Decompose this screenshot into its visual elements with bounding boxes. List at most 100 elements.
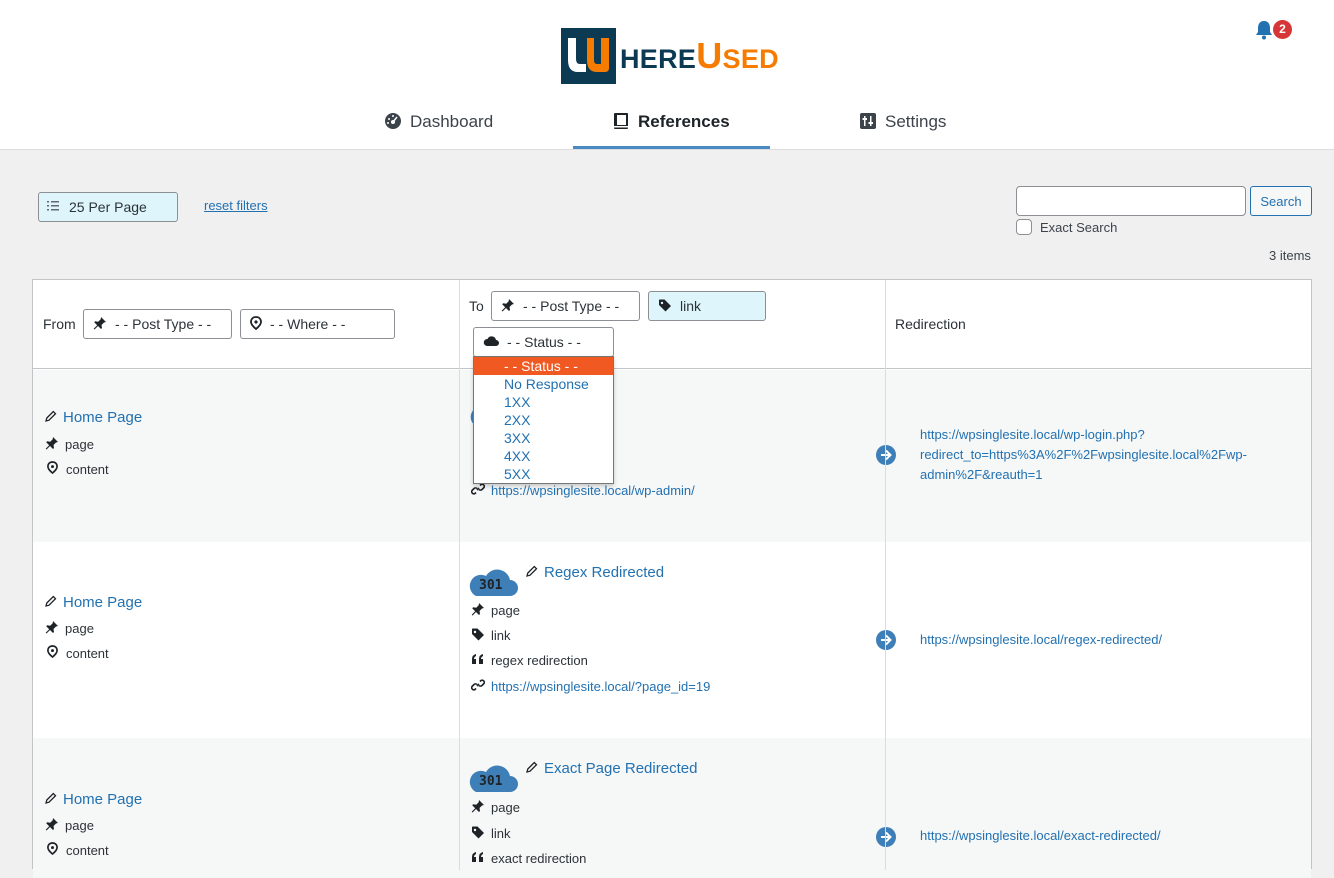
- pin-icon: [45, 620, 59, 637]
- arrow-right-circle-icon: [875, 444, 897, 469]
- from-type: page: [45, 436, 94, 453]
- from-title-link[interactable]: Home Page: [63, 409, 142, 426]
- to-url[interactable]: https://wpsinglesite.local/wp-admin/: [470, 482, 695, 499]
- to-note-value: regex redirection: [491, 653, 588, 668]
- tab-settings[interactable]: Settings: [859, 103, 946, 149]
- per-page-value: 25 Per Page: [69, 199, 147, 215]
- search-button[interactable]: Search: [1250, 186, 1312, 216]
- tag-icon: [471, 825, 485, 842]
- table-row: Home Page page content https://wpsingles…: [33, 370, 1311, 542]
- logo-wordmark: HEREUSED: [620, 35, 779, 76]
- to-note: exact redirection: [471, 851, 586, 866]
- exact-search-label: Exact Search: [1040, 219, 1118, 235]
- quote-icon: [471, 851, 485, 866]
- from-where-value: content: [66, 842, 109, 858]
- from-title-link[interactable]: Home Page: [63, 791, 142, 808]
- status-cloud-icon: 301: [468, 564, 518, 601]
- from-where-value: content: [66, 461, 109, 477]
- pin-icon: [45, 817, 59, 834]
- to-link-type-select[interactable]: link: [648, 291, 766, 321]
- pin-icon: [501, 298, 515, 315]
- tab-references-label: References: [638, 112, 730, 131]
- from-title-link[interactable]: Home Page: [63, 594, 142, 611]
- logo-mark: [561, 28, 616, 84]
- status-option-3xx[interactable]: 3XX: [474, 429, 613, 447]
- to-type-value: page: [491, 603, 520, 618]
- pencil-icon: [45, 595, 57, 610]
- status-option-1xx[interactable]: 1XX: [474, 393, 613, 411]
- from-where: content: [47, 842, 109, 858]
- to-link-type: link: [471, 627, 511, 644]
- reset-filters-link[interactable]: reset filters: [204, 198, 268, 213]
- tag-icon: [658, 298, 672, 315]
- from-title[interactable]: Home Page: [45, 409, 142, 426]
- tab-settings-label: Settings: [885, 112, 947, 131]
- redirect-url-line[interactable]: admin%2F&reauth=1: [920, 465, 1290, 485]
- redirect-url[interactable]: https://wpsinglesite.local/regex-redirec…: [920, 630, 1162, 650]
- to-link-type-value: link: [491, 826, 511, 841]
- quote-icon: [471, 653, 485, 668]
- to-title[interactable]: Regex Redirected: [526, 564, 664, 581]
- search-input[interactable]: [1016, 186, 1246, 216]
- from-where-select[interactable]: - - Where - -: [240, 309, 395, 339]
- to-url-link[interactable]: https://wpsinglesite.local/?page_id=19: [491, 679, 710, 694]
- status-option-no-response[interactable]: No Response: [474, 375, 613, 393]
- status-option-5xx[interactable]: 5XX: [474, 465, 613, 483]
- column-redirection-label: Redirection: [895, 316, 966, 332]
- pencil-icon: [526, 565, 538, 580]
- per-page-select[interactable]: 25 Per Page: [38, 192, 178, 222]
- column-divider: [885, 280, 886, 870]
- redirect-url-line[interactable]: https://wpsinglesite.local/wp-login.php?: [920, 425, 1290, 445]
- active-tab-indicator: [573, 146, 770, 149]
- tab-dashboard[interactable]: Dashboard: [384, 103, 493, 149]
- tab-references[interactable]: References: [612, 103, 730, 149]
- to-status-value: - - Status - -: [507, 334, 581, 350]
- to-post-type-select[interactable]: - - Post Type - -: [491, 291, 640, 321]
- notifications-bell-icon[interactable]: [1255, 20, 1273, 43]
- status-option-2xx[interactable]: 2XX: [474, 411, 613, 429]
- to-title[interactable]: Exact Page Redirected: [526, 760, 697, 777]
- from-where: content: [47, 461, 109, 477]
- to-type-value: page: [491, 800, 520, 815]
- location-pin-icon: [47, 842, 58, 858]
- to-status-select[interactable]: - - Status - -: [473, 327, 614, 357]
- redirect-url[interactable]: https://wpsinglesite.local/wp-login.php?…: [920, 425, 1290, 485]
- table-header: From - - Post Type - - - - Where - - To …: [33, 280, 1311, 369]
- column-divider: [459, 280, 460, 870]
- column-to-label: To: [469, 298, 484, 314]
- from-title[interactable]: Home Page: [45, 791, 142, 808]
- to-url-link[interactable]: https://wpsinglesite.local/wp-admin/: [491, 483, 695, 498]
- status-code: 301: [479, 774, 503, 789]
- to-title-link[interactable]: Regex Redirected: [544, 564, 664, 581]
- pin-icon: [45, 436, 59, 453]
- cloud-icon: [483, 334, 499, 350]
- whereused-logo[interactable]: HEREUSED: [561, 28, 779, 84]
- from-type-value: page: [65, 621, 94, 636]
- references-table: From - - Post Type - - - - Where - - To …: [32, 279, 1312, 878]
- from-post-type-select[interactable]: - - Post Type - -: [83, 309, 232, 339]
- status-option-4xx[interactable]: 4XX: [474, 447, 613, 465]
- exact-search-checkbox[interactable]: [1016, 219, 1032, 235]
- to-post-type-value: - - Post Type - -: [523, 298, 620, 314]
- items-count: 3 items: [1269, 248, 1311, 263]
- from-where-value: content: [66, 645, 109, 661]
- from-type-value: page: [65, 437, 94, 452]
- redirect-url[interactable]: https://wpsinglesite.local/exact-redirec…: [920, 826, 1161, 846]
- from-title[interactable]: Home Page: [45, 594, 142, 611]
- column-from-label: From: [43, 316, 76, 332]
- status-code: 301: [479, 578, 503, 593]
- from-where: content: [47, 645, 109, 661]
- from-type-value: page: [65, 818, 94, 833]
- status-dropdown-list: - - Status - - No Response 1XX 2XX 3XX 4…: [473, 356, 614, 484]
- settings-icon: [859, 112, 877, 135]
- to-title-link[interactable]: Exact Page Redirected: [544, 760, 697, 777]
- table-row: Home Page page content 301 Regex Redirec…: [33, 542, 1311, 738]
- status-option-all[interactable]: - - Status - -: [474, 357, 613, 375]
- to-link-type-value: link: [491, 628, 511, 643]
- redirect-url-line[interactable]: redirect_to=https%3A%2F%2Fwpsinglesite.l…: [920, 445, 1290, 465]
- to-url[interactable]: https://wpsinglesite.local/?page_id=19: [470, 678, 710, 695]
- main-tabs: Dashboard References Settings: [0, 103, 1334, 150]
- page-header: HEREUSED 2 Dashboard References Settings: [0, 0, 1334, 150]
- location-pin-icon: [47, 645, 58, 661]
- exact-search-option[interactable]: Exact Search: [1016, 219, 1117, 235]
